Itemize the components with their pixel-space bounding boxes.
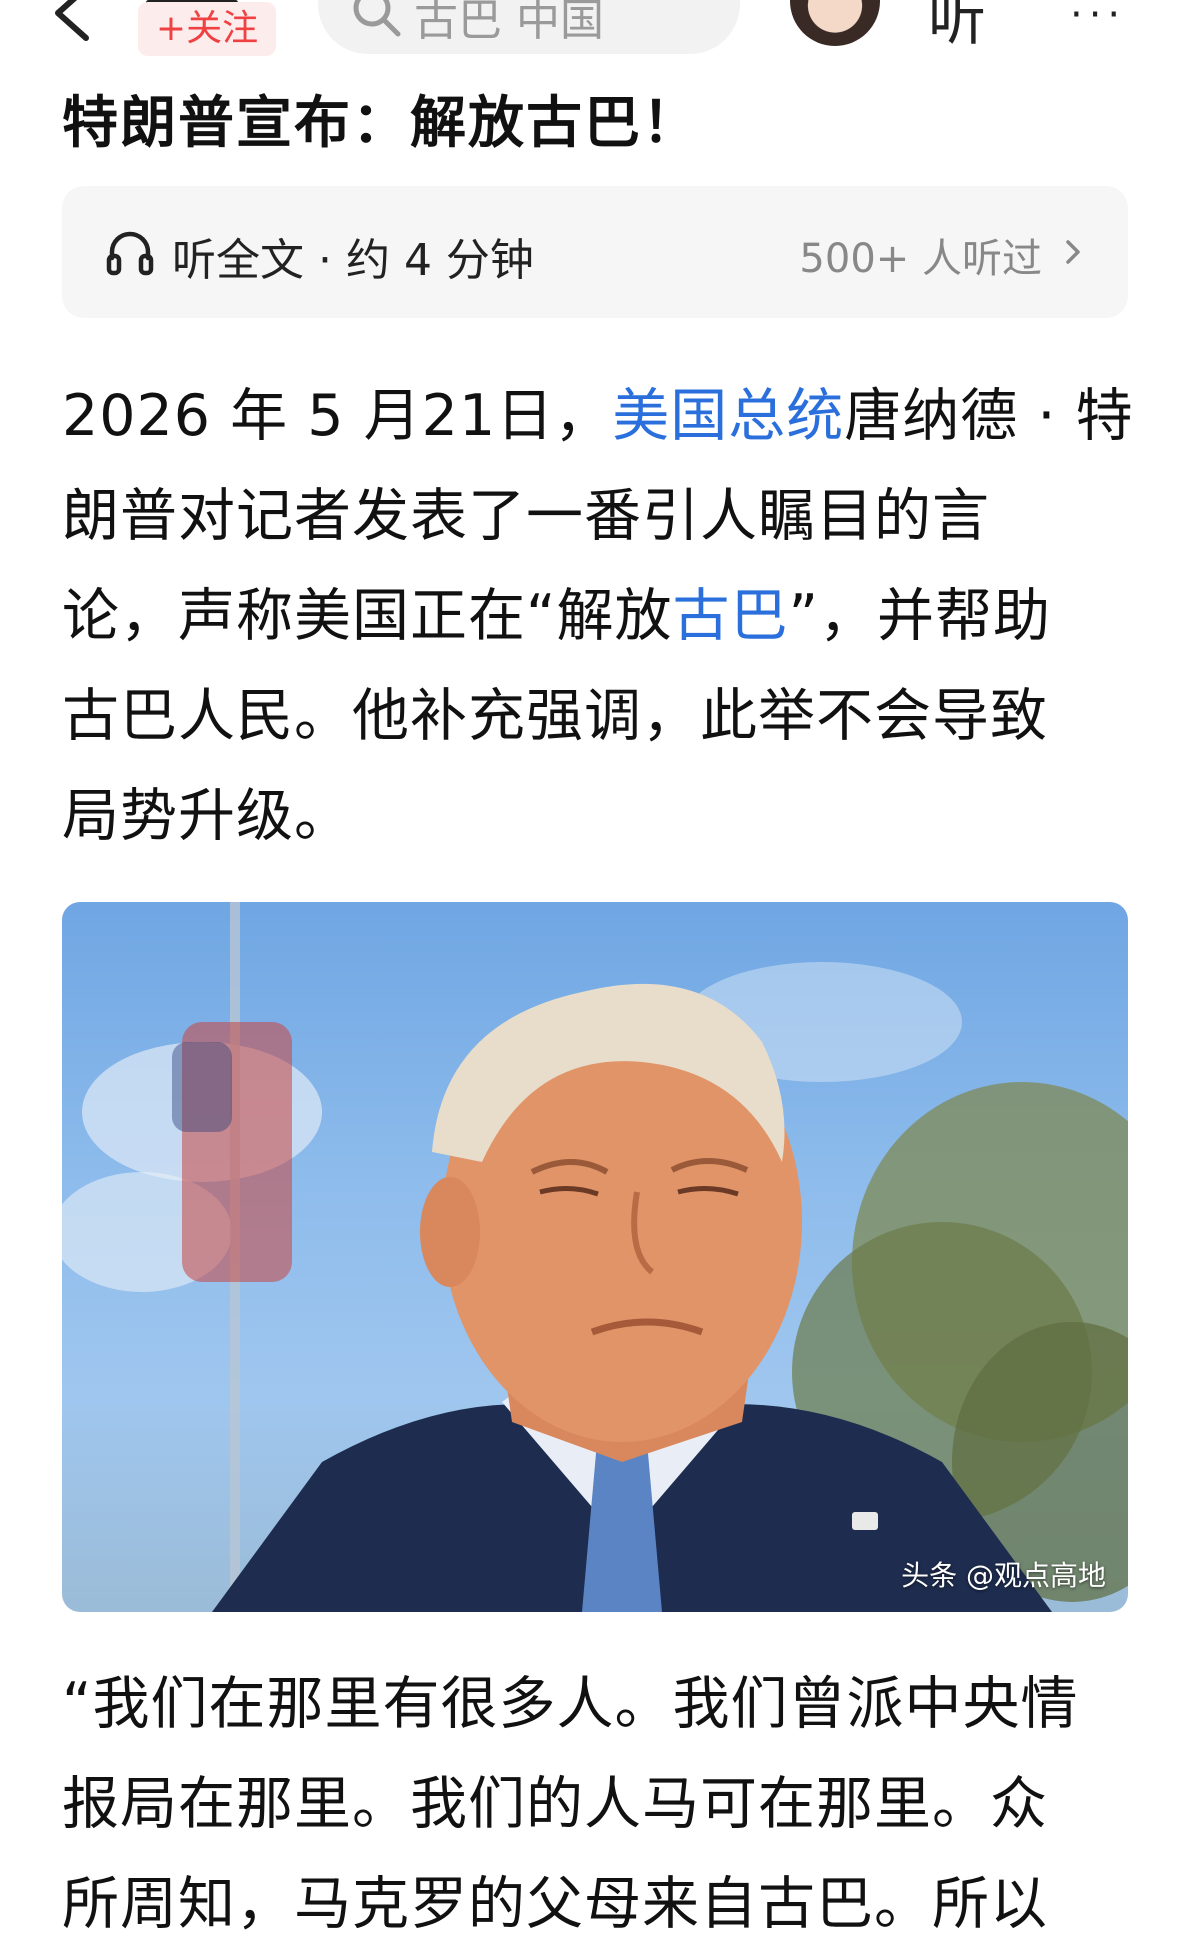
- text-run: ”，并帮助: [788, 583, 1052, 649]
- text-run: 论，声称美国正在“解放: [62, 583, 673, 649]
- listen-count: 500+ 人听过: [799, 236, 1042, 282]
- paragraph-line: 古巴人民。他补充强调，此举不会导致: [62, 683, 1048, 749]
- listen-full-text-card[interactable]: 听全文 · 约 4 分钟 500+ 人听过: [62, 186, 1128, 318]
- article-photo[interactable]: 头条 @观点高地: [62, 902, 1128, 1612]
- listen-button[interactable]: 听: [928, 0, 986, 56]
- paragraph-line: 报局在那里。我们的人马可在那里。众: [62, 1771, 1048, 1837]
- paragraph-line: 朗普对记者发表了一番引人瞩目的言: [62, 483, 990, 549]
- follow-button[interactable]: +关注: [138, 2, 276, 56]
- chevron-right-icon: [1066, 240, 1080, 264]
- photo-illustration: [62, 902, 1128, 1612]
- user-avatar[interactable]: [790, 0, 880, 46]
- paragraph-line: 局势升级。: [62, 783, 352, 849]
- article-headline: 特朗普宣布：解放古巴！: [62, 91, 700, 156]
- link-us-president[interactable]: 美国总统: [612, 383, 844, 449]
- listen-card-label: 听全文 · 约 4 分钟: [172, 235, 534, 286]
- paragraph-line: 所周知，马克罗的父母来自古巴。所以: [62, 1871, 1048, 1937]
- search-input[interactable]: 古巴 中国: [414, 0, 604, 48]
- paragraph-line: 2026 年 5 月21日，美国总统唐纳德 · 特: [62, 366, 1134, 466]
- search-icon: [353, 0, 401, 37]
- text-run: 2026 年 5 月21日，: [62, 383, 613, 449]
- paragraph-line: 论，声称美国正在“解放古巴”，并帮助: [62, 566, 1132, 666]
- more-options-icon[interactable]: ···: [1070, 0, 1126, 38]
- top-bar: +关注 古巴 中国 听 ···: [0, 0, 1179, 60]
- article-paragraph-1: 2026 年 5 月21日，美国总统唐纳德 · 特 朗普对记者发表了一番引人瞩目…: [62, 366, 1134, 866]
- headphone-icon: [106, 231, 154, 276]
- text-run: 唐纳德 · 特: [844, 383, 1134, 449]
- search-bar[interactable]: 古巴 中国: [318, 0, 740, 54]
- link-cuba[interactable]: 古巴: [673, 583, 789, 649]
- photo-watermark: 头条 @观点高地: [901, 1559, 1106, 1592]
- back-arrow-icon[interactable]: [40, 0, 110, 48]
- article-paragraph-2: “我们在那里有很多人。我们曾派中央情 报局在那里。我们的人马可在那里。众 所周知…: [62, 1654, 1132, 1954]
- paragraph-line: “我们在那里有很多人。我们曾派中央情: [62, 1671, 1079, 1737]
